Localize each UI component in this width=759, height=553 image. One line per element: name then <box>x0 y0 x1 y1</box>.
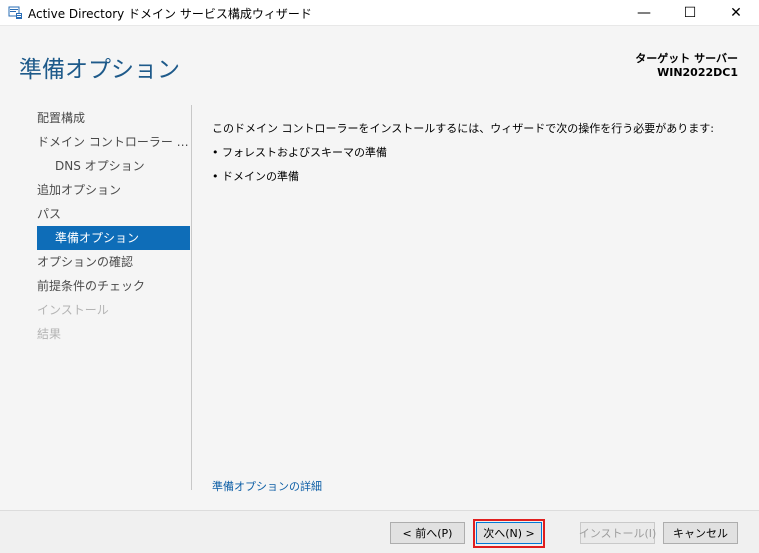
maximize-icon: ☐ <box>683 5 697 21</box>
nav-item-deployment-config[interactable]: 配置構成 <box>37 106 190 130</box>
install-button: インストール(I) <box>579 522 656 544</box>
maximize-button[interactable]: ☐ <box>667 0 713 26</box>
target-server-name: WIN2022DC1 <box>657 66 738 79</box>
bullet-icon: • <box>212 170 219 183</box>
prep-task-label: フォレストおよびスキーマの準備 <box>222 146 387 159</box>
nav-item-additional-options[interactable]: 追加オプション <box>37 178 190 202</box>
list-item: • ドメインの準備 <box>212 170 742 184</box>
page-title: 準備オプション <box>19 57 180 83</box>
button-bar: < 前へ(P) 次へ(N) > インストール(I) キャンセル <box>0 510 759 553</box>
close-button[interactable]: ✕ <box>713 0 759 26</box>
title-bar: Active Directory ドメイン サービス構成ウィザード — ☐ ✕ <box>0 0 759 26</box>
nav-divider <box>191 105 192 490</box>
nav-item-paths[interactable]: パス <box>37 202 190 226</box>
cancel-button[interactable]: キャンセル <box>663 522 738 544</box>
server-manager-icon <box>8 6 22 19</box>
minimize-icon: — <box>637 5 651 21</box>
wizard-content: 準備オプション ターゲット サーバー WIN2022DC1 配置構成 ドメイン コ… <box>0 26 759 510</box>
intro-text: このドメイン コントローラーをインストールするには、ウィザードで次の操作を行う必… <box>212 122 714 135</box>
nav-item-results: 結果 <box>37 327 62 341</box>
prep-task-list: • フォレストおよびスキーマの準備 • ドメインの準備 <box>212 146 742 184</box>
nav-item-prereq-check[interactable]: 前提条件のチェック <box>37 274 190 298</box>
nav-item-installation: インストール <box>37 303 109 317</box>
window-title: Active Directory ドメイン サービス構成ウィザード <box>28 7 312 21</box>
nav-item-dc-options[interactable]: ドメイン コントローラー オプション <box>37 130 190 154</box>
prep-options-detail-link[interactable]: 準備オプションの詳細 <box>212 478 322 494</box>
close-icon: ✕ <box>730 5 742 21</box>
main-panel: このドメイン コントローラーをインストールするには、ウィザードで次の操作を行う必… <box>212 122 742 194</box>
wizard-step-nav: 配置構成ドメイン コントローラー オプションDNS オプション追加オプションパス… <box>0 105 191 490</box>
prep-task-label: ドメインの準備 <box>222 170 299 183</box>
next-button[interactable]: 次へ(N) > <box>476 522 542 544</box>
minimize-button[interactable]: — <box>621 0 667 26</box>
target-server-label: ターゲット サーバー <box>635 52 738 65</box>
nav-item-dns-options[interactable]: DNS オプション <box>37 154 190 178</box>
nav-item-prep-options[interactable]: 準備オプション <box>37 226 190 250</box>
bullet-icon: • <box>212 146 219 159</box>
list-item: • フォレストおよびスキーマの準備 <box>212 146 742 160</box>
previous-button[interactable]: < 前へ(P) <box>390 522 465 544</box>
nav-item-review-options[interactable]: オプションの確認 <box>37 250 190 274</box>
